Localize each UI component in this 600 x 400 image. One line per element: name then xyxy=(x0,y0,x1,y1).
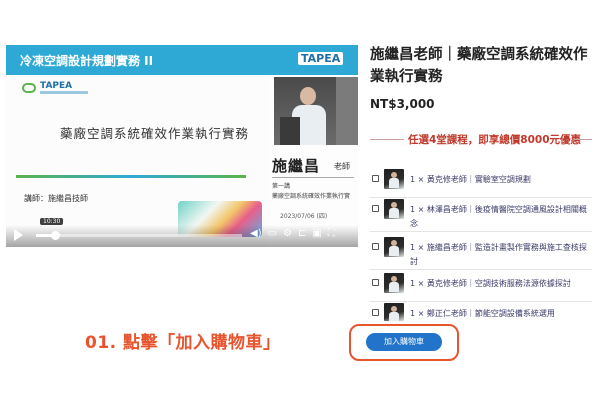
lesson-number: 第一講 xyxy=(272,183,291,190)
promo-text: 任選4堂課程，即享總價8000元優惠 xyxy=(408,134,582,146)
promo-line-right xyxy=(574,139,592,140)
page-canvas: 冷凍空調設計規劃實務 II TAPEA TAPEA 藥廠空調系統確效作業執行實務… xyxy=(0,0,600,400)
bundle-item-checkbox[interactable] xyxy=(372,175,379,182)
thumb-body xyxy=(389,312,399,321)
product-title: 施繼昌老師｜藥廠空調系統確效作業執行實務 xyxy=(370,47,588,85)
gear-icon[interactable]: ⚙ xyxy=(283,226,292,242)
bundle-item[interactable]: 1 × 黃克修老師｜實驗室空調規劃 xyxy=(370,168,592,198)
progress-handle[interactable] xyxy=(50,231,60,240)
logo-subtext-bar xyxy=(40,91,88,94)
thumb-body xyxy=(389,246,399,256)
photo-podium xyxy=(280,117,300,145)
cast-icon[interactable]: ⊏ xyxy=(298,226,306,242)
tapea-logo-small: TAPEA xyxy=(22,81,88,99)
thumb-body xyxy=(389,208,399,218)
bundle-item-divider xyxy=(370,269,592,270)
slide-instructor: 講師：施繼昌技師 xyxy=(24,194,88,203)
logo-text: TAPEA xyxy=(40,81,73,91)
bundle-item-label[interactable]: 1 × 黃克修老師｜空調技術服務法源依據探討 xyxy=(410,277,592,291)
slide-right-panel: 施繼昌 老師 第一講 藥廠空調系統確效作業執行實 2023/07/06 (四) xyxy=(268,75,358,247)
video-player[interactable]: 冷凍空調設計規劃實務 II TAPEA TAPEA 藥廠空調系統確效作業執行實務… xyxy=(6,45,358,247)
product-price: NT$3,000 xyxy=(370,97,435,111)
bundle-item-thumbnail xyxy=(384,303,404,321)
fullscreen-icon[interactable]: ⛶ xyxy=(328,226,335,242)
progress-bar[interactable] xyxy=(36,231,242,240)
hover-timestamp: 10:30 xyxy=(40,218,64,225)
bundle-item[interactable]: 1 × 施繼昌老師｜監造計畫製作實務與施工查核探討 xyxy=(370,236,592,270)
teacher-suffix: 老師 xyxy=(334,162,350,171)
course-banner-title: 冷凍空調設計規劃實務 II xyxy=(20,54,154,68)
promo-line-left xyxy=(370,139,404,140)
bundle-item-thumbnail xyxy=(384,199,404,219)
bundle-item[interactable]: 1 × 鄭正仁老師｜節能空調設備系統選用 xyxy=(370,302,592,324)
lesson-date: 2023/07/06 (四) xyxy=(280,213,328,220)
slide-title: 藥廠空調系統確效作業執行實務 xyxy=(60,126,250,141)
bundle-item-label[interactable]: 1 × 施繼昌老師｜監造計畫製作實務與施工查核探討 xyxy=(410,241,592,269)
bundle-item[interactable]: 1 × 林澤昌老師｜後疫情醫院空調通風設計相關概念 xyxy=(370,198,592,232)
bundle-item-label[interactable]: 1 × 鄭正仁老師｜節能空調設備系統選用 xyxy=(410,307,592,321)
bundle-item-thumbnail xyxy=(384,273,404,293)
bundle-item-thumbnail xyxy=(384,237,404,257)
promo-banner: 任選4堂課程，即享總價8000元優惠 xyxy=(370,132,592,148)
photo-wall xyxy=(336,77,358,145)
bundle-item-checkbox[interactable] xyxy=(372,243,379,250)
teacher-name: 施繼昌 xyxy=(272,157,321,175)
bundle-item-checkbox[interactable] xyxy=(372,205,379,212)
bundle-item-label[interactable]: 1 × 林澤昌老師｜後疫情醫院空調通風設計相關概念 xyxy=(410,203,592,231)
slide-divider xyxy=(16,175,246,178)
logo-ring-icon xyxy=(22,83,36,93)
bundle-item-label[interactable]: 1 × 黃克修老師｜實驗室空調規劃 xyxy=(410,173,592,187)
bundle-item-checkbox[interactable] xyxy=(372,309,379,316)
play-icon[interactable] xyxy=(14,229,23,241)
player-right-controls: ◀) ▭ ⚙ ⊏ ▣ ⛶ xyxy=(250,226,335,242)
volume-icon[interactable]: ◀) xyxy=(250,226,262,242)
step-instruction: 01. 點擊「加入購物車」 xyxy=(85,333,281,353)
lesson-topic: 藥廠空調系統確效作業執行實 xyxy=(272,193,351,200)
bundle-item[interactable]: 1 × 黃克修老師｜空調技術服務法源依據探討 xyxy=(370,272,592,302)
thumb-body xyxy=(389,282,399,292)
photo-head xyxy=(300,87,316,105)
bundle-item-thumbnail xyxy=(384,169,404,189)
bundle-item-divider xyxy=(370,231,592,232)
teacher-divider xyxy=(272,177,354,178)
bundle-item-checkbox[interactable] xyxy=(372,279,379,286)
instructor-photo xyxy=(274,77,358,145)
closed-captions-icon[interactable]: ▭ xyxy=(268,226,277,242)
thumb-body xyxy=(389,178,399,188)
picture-in-picture-icon[interactable]: ▣ xyxy=(312,226,321,242)
tapea-logo: TAPEA xyxy=(298,52,344,65)
add-to-cart-button[interactable]: 加入購物車 xyxy=(366,333,442,351)
